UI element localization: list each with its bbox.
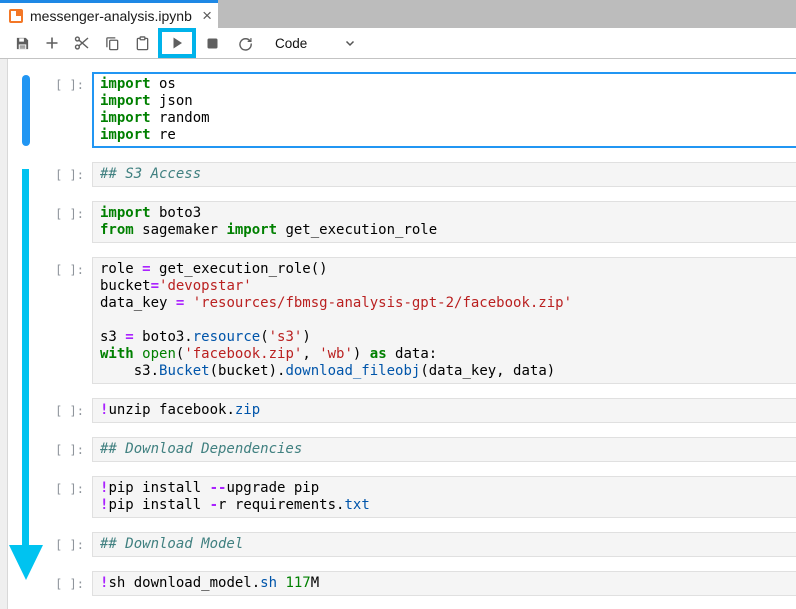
- close-icon[interactable]: ×: [202, 7, 212, 24]
- save-button[interactable]: [7, 29, 37, 57]
- run-icon: [170, 36, 184, 50]
- tab-bar: messenger-analysis.ipynb ×: [0, 0, 796, 28]
- restart-kernel-button[interactable]: [230, 29, 260, 57]
- annotation-arrow-head: [9, 545, 43, 580]
- notebook-cell: [ ]: import osimport jsonimport randomimp…: [0, 72, 796, 148]
- stop-icon: [207, 38, 218, 49]
- cut-cell-button[interactable]: [67, 29, 97, 57]
- paste-cell-button[interactable]: [127, 29, 157, 57]
- cell-type-value: Code: [275, 36, 307, 51]
- cell-input[interactable]: ## S3 Access: [92, 162, 796, 187]
- cell-input[interactable]: !pip install --upgrade pip!pip install -…: [92, 476, 796, 518]
- notebook-area: [ ]: import osimport jsonimport randomimp…: [0, 59, 796, 609]
- copy-icon: [105, 36, 120, 51]
- notebook-cell: [ ]: import boto3from sagemaker import ge…: [0, 201, 796, 243]
- notebook-cell: [ ]:!sh download_model.sh 117M: [0, 571, 796, 596]
- run-button-highlight: [158, 28, 196, 58]
- cell-prompt: [ ]:: [0, 207, 84, 221]
- notebook-icon: [9, 9, 23, 23]
- save-icon: [15, 36, 30, 51]
- plus-icon: [45, 36, 59, 50]
- tab-title: messenger-analysis.ipynb: [30, 8, 192, 24]
- notebook-cell: [ ]: !pip install --upgrade pip!pip insta…: [0, 476, 796, 518]
- cell-input[interactable]: import osimport jsonimport randomimport …: [92, 72, 796, 148]
- cell-input[interactable]: !unzip facebook.zip: [92, 398, 796, 423]
- clipboard-icon: [135, 36, 150, 51]
- cell-prompt: [ ]:: [0, 482, 84, 496]
- cell-input[interactable]: ## Download Dependencies: [92, 437, 796, 462]
- cell-input[interactable]: import boto3from sagemaker import get_ex…: [92, 201, 796, 243]
- notebook-cell: [ ]:## Download Model: [0, 532, 796, 557]
- cell-input[interactable]: ## Download Model: [92, 532, 796, 557]
- jupyterlab-window: messenger-analysis.ipynb ×: [0, 0, 796, 609]
- tab-messenger-analysis[interactable]: messenger-analysis.ipynb ×: [0, 0, 218, 28]
- scissors-icon: [74, 35, 90, 51]
- run-button[interactable]: [163, 29, 191, 57]
- notebook-cell: [ ]: ## Download Dependencies: [0, 437, 796, 462]
- cell-input[interactable]: !sh download_model.sh 117M: [92, 571, 796, 596]
- cell-list: [ ]: import osimport jsonimport randomimp…: [0, 59, 796, 596]
- notebook-cell: [ ]: ## S3 Access: [0, 162, 796, 187]
- notebook-toolbar: Code: [0, 28, 796, 59]
- notebook-cell: [ ]: role = get_execution_role()bucket='d…: [0, 257, 796, 384]
- cell-prompt: [ ]:: [0, 78, 84, 92]
- cell-prompt: [ ]:: [0, 263, 84, 277]
- cell-input[interactable]: role = get_execution_role()bucket='devop…: [92, 257, 796, 384]
- cell-prompt: [ ]:: [0, 168, 84, 182]
- insert-cell-button[interactable]: [37, 29, 67, 57]
- cell-prompt: [ ]:: [0, 443, 84, 457]
- cell-type-select[interactable]: Code: [275, 36, 356, 51]
- copy-cell-button[interactable]: [97, 29, 127, 57]
- cell-prompt: [ ]:: [0, 404, 84, 418]
- annotation-arrow-line: [22, 169, 29, 546]
- notebook-cell: [ ]: !unzip facebook.zip: [0, 398, 796, 423]
- restart-icon: [238, 36, 253, 51]
- stop-button[interactable]: [197, 29, 227, 57]
- chevron-down-icon: [344, 37, 356, 49]
